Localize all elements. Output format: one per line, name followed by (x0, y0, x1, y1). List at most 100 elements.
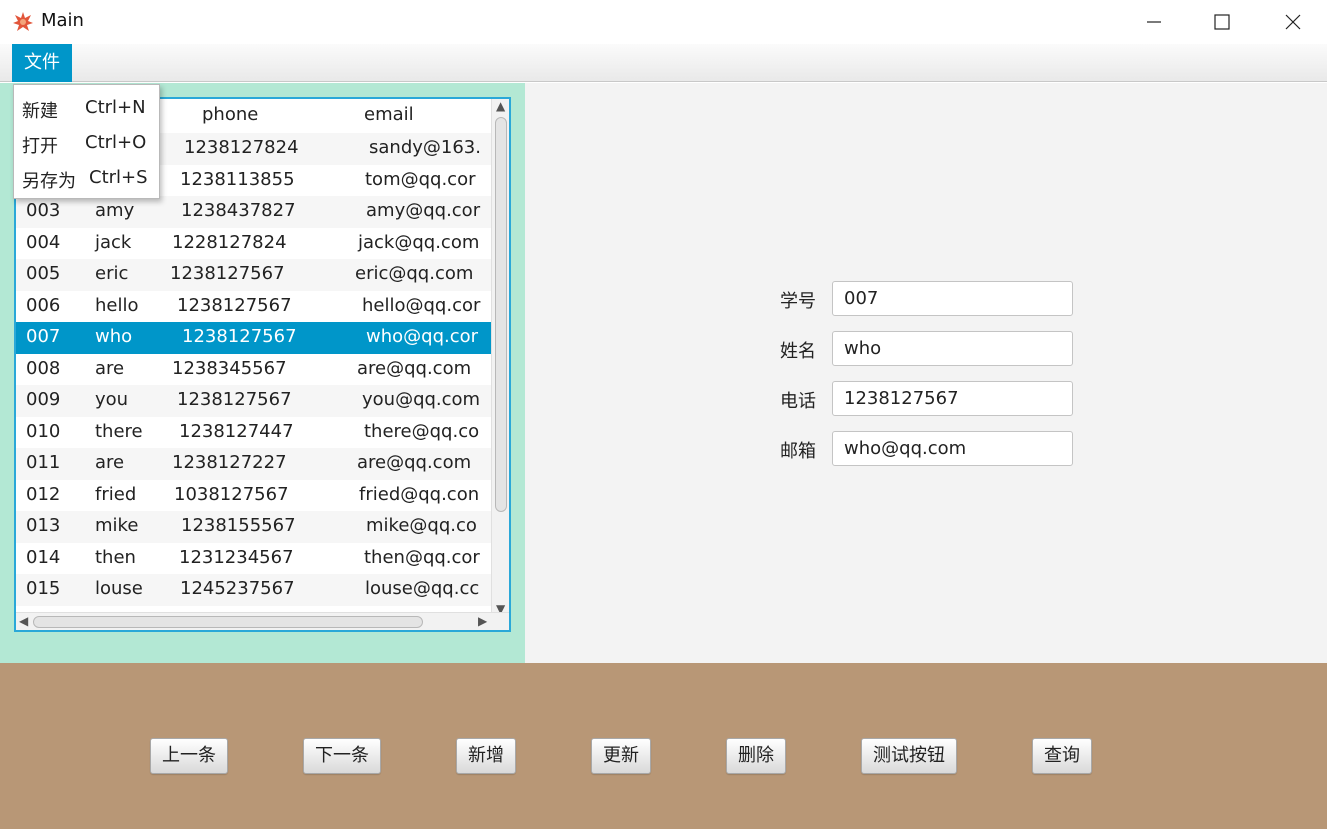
student-id-field[interactable] (832, 281, 1073, 316)
window-title: Main (41, 10, 84, 31)
add-button[interactable]: 新增 (456, 738, 516, 774)
table-body: 1238127824 sandy@163. 1238113855 tom@qq.cor… (16, 133, 491, 630)
close-icon (1285, 14, 1301, 30)
scroll-up-icon[interactable]: ▲ (496, 99, 505, 113)
cell-id: 004 (26, 231, 61, 253)
update-button[interactable]: 更新 (591, 738, 651, 774)
cell-phone: 1245237567 (180, 578, 295, 599)
cell-id: 011 (26, 452, 61, 473)
table-row[interactable]: 011 are 1238127227 are@qq.com (16, 448, 491, 480)
menu-item-label: 打开 (22, 136, 58, 157)
cell-name: fried (95, 483, 137, 505)
table-row[interactable]: 014 then 1231234567 then@qq.cor (16, 543, 491, 575)
cell-id: 014 (26, 546, 61, 568)
cell-id: 015 (26, 578, 61, 599)
table-row[interactable]: 005 eric 1238127567 eric@qq.com (16, 259, 491, 291)
vertical-scrollbar[interactable]: ▲ ▼ (491, 99, 509, 616)
cell-email: are@qq.com (357, 452, 472, 473)
detail-form: 学号 姓名 电话 邮箱 (525, 83, 1327, 663)
table-row[interactable]: 008 are 1238345567 are@qq.com (16, 354, 491, 386)
table-row[interactable]: 010 there 1238127447 there@qq.co (16, 417, 491, 449)
table-row[interactable]: 003 amy 1238437827 amy@qq.cor (16, 196, 491, 228)
maximize-button[interactable] (1199, 0, 1245, 44)
cell-id: 005 (26, 263, 61, 284)
cell-email: tom@qq.cor (365, 168, 476, 190)
next-button[interactable]: 下一条 (303, 738, 381, 774)
horizontal-scrollbar[interactable]: ◀ ▶ (16, 612, 509, 630)
table-row[interactable]: 006 hello 1238127567 hello@qq.cor (16, 291, 491, 323)
menu-item-label: 新建 (22, 101, 58, 122)
cell-name: who (95, 326, 133, 347)
cell-name: hello (95, 294, 139, 316)
menu-item-accel: Ctrl+N (85, 97, 146, 118)
cell-email: hello@qq.cor (362, 294, 481, 316)
delete-button[interactable]: 删除 (726, 738, 786, 774)
title-bar: Main (0, 0, 1327, 44)
cell-phone: 1238437827 (181, 200, 296, 221)
cell-email: then@qq.cor (364, 546, 480, 568)
cell-id: 010 (26, 420, 61, 442)
cell-phone: 1038127567 (174, 483, 289, 505)
email-field[interactable] (832, 431, 1073, 466)
cell-id: 013 (26, 515, 61, 536)
menu-item-new[interactable]: 新建 Ctrl+N (14, 89, 159, 124)
cell-id: 006 (26, 294, 61, 316)
cell-email: sandy@163. (369, 137, 481, 158)
cell-phone: 1238113855 (180, 168, 295, 190)
email-label: 邮箱 (780, 441, 816, 462)
cell-email: amy@qq.cor (366, 200, 481, 221)
cell-id: 003 (26, 200, 61, 221)
cell-phone: 1238127227 (172, 452, 287, 473)
cell-name: mike (95, 515, 139, 536)
student-id-label: 学号 (780, 291, 816, 312)
menu-item-open[interactable]: 打开 Ctrl+O (14, 124, 159, 159)
menu-item-save-as[interactable]: 另存为 Ctrl+S (14, 159, 159, 194)
menu-item-label: 另存为 (22, 171, 76, 192)
cell-email: there@qq.co (364, 420, 480, 442)
test-button[interactable]: 测试按钮 (861, 738, 957, 774)
file-menu-dropdown: 新建 Ctrl+N 打开 Ctrl+O 另存为 Ctrl+S (13, 84, 160, 199)
table-row[interactable]: 007 who 1238127567 who@qq.cor (16, 322, 491, 354)
minimize-button[interactable] (1131, 0, 1177, 44)
scroll-left-icon[interactable]: ◀ (19, 614, 28, 628)
menu-item-accel: Ctrl+O (85, 132, 147, 153)
cell-phone: 1238127567 (177, 294, 292, 316)
table-row[interactable]: 015 louse 1245237567 louse@qq.cc (16, 574, 491, 606)
cell-phone: 1238127567 (177, 389, 292, 410)
table-row[interactable]: 012 fried 1038127567 fried@qq.con (16, 480, 491, 512)
phone-field[interactable] (832, 381, 1073, 416)
cell-phone: 1238127447 (179, 420, 294, 442)
cell-phone: 1231234567 (179, 546, 294, 568)
scroll-right-icon[interactable]: ▶ (478, 614, 487, 628)
name-field[interactable] (832, 331, 1073, 366)
table-row[interactable]: 013 mike 1238155567 mike@qq.co (16, 511, 491, 543)
cell-phone: 1238345567 (172, 357, 287, 379)
cell-name: amy (95, 200, 135, 221)
cell-name: are (95, 452, 125, 473)
menu-bar: 文件 (0, 44, 1327, 82)
menu-item-accel: Ctrl+S (89, 167, 148, 188)
cell-phone: 1238127824 (184, 137, 299, 158)
horizontal-scroll-thumb[interactable] (33, 616, 423, 628)
cell-id: 012 (26, 483, 61, 505)
cell-id: 007 (26, 326, 61, 347)
table-row[interactable]: 009 you 1238127567 you@qq.com (16, 385, 491, 417)
cell-id: 008 (26, 357, 61, 379)
close-button[interactable] (1270, 0, 1316, 44)
cell-phone: 1238127567 (170, 263, 285, 284)
column-header-email[interactable]: email (364, 104, 414, 125)
cell-email: you@qq.com (362, 389, 481, 410)
cell-email: who@qq.cor (366, 326, 479, 347)
maximize-icon (1214, 14, 1230, 30)
vertical-scroll-thumb[interactable] (495, 117, 507, 512)
cell-email: eric@qq.com (355, 263, 474, 284)
table-row[interactable]: 004 jack 1228127824 jack@qq.com (16, 228, 491, 260)
menu-file[interactable]: 文件 (12, 44, 72, 82)
cell-name: jack (95, 231, 132, 253)
prev-button[interactable]: 上一条 (150, 738, 228, 774)
cell-name: then (95, 546, 136, 568)
cell-name: there (95, 420, 143, 442)
query-button[interactable]: 查询 (1032, 738, 1092, 774)
column-header-phone[interactable]: phone (202, 104, 258, 125)
cell-name: louse (95, 578, 143, 599)
